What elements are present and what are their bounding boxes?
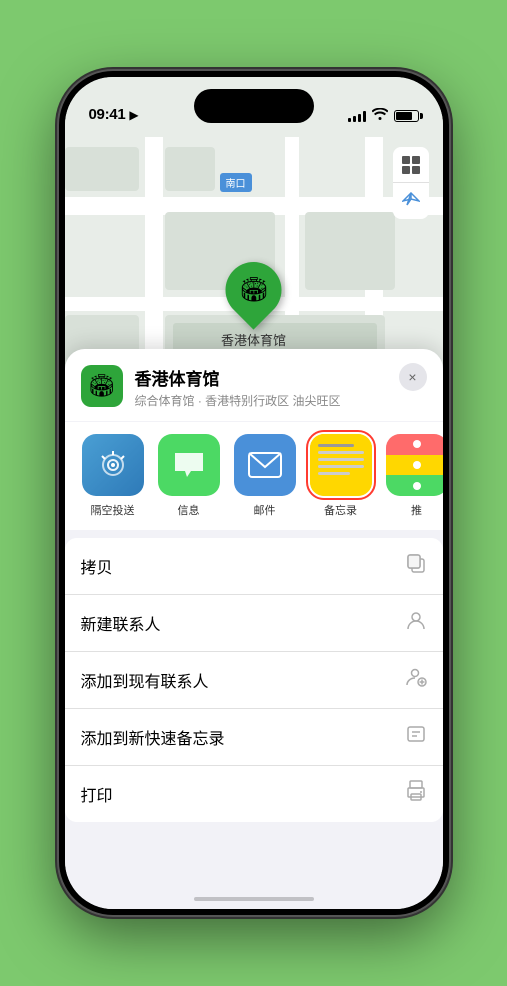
more-inner <box>386 434 443 496</box>
sheet-header: 🏟 香港体育馆 综合体育馆 · 香港特别行政区 油尖旺区 × <box>65 349 443 421</box>
notes-line-2 <box>318 451 364 454</box>
menu-item-add-contact[interactable]: 添加到现有联系人 <box>65 652 443 709</box>
bottom-sheet: 🏟 香港体育馆 综合体育馆 · 香港特别行政区 油尖旺区 × <box>65 349 443 909</box>
mail-label: 邮件 <box>254 502 276 518</box>
more-label: 推 <box>411 502 422 518</box>
signal-bar-4 <box>363 111 366 122</box>
map-view-toggle[interactable] <box>393 147 429 183</box>
mail-icon-wrap <box>234 434 296 496</box>
map-block <box>165 147 215 191</box>
action-messages[interactable]: 信息 <box>157 434 221 518</box>
signal-bar-1 <box>348 118 351 122</box>
signal-bars <box>348 110 366 122</box>
venue-icon: 🏟 <box>81 365 123 407</box>
signal-bar-3 <box>358 114 361 122</box>
notes-line-5 <box>318 472 350 475</box>
pin-icon: 🏟 <box>214 250 293 329</box>
pin-label: 香港体育馆 <box>221 330 286 349</box>
pin-icon-inner: 🏟 <box>238 276 268 305</box>
wifi-icon <box>372 108 388 123</box>
notes-icon-wrap <box>310 434 372 496</box>
menu-item-quick-note[interactable]: 添加到新快速备忘录 <box>65 709 443 766</box>
add-contact-icon <box>405 666 427 694</box>
phone-frame: 09:41 ▶ <box>59 71 449 915</box>
notes-inner <box>310 434 372 496</box>
copy-label: 拷贝 <box>81 554 113 578</box>
venue-subtitle: 综合体育馆 · 香港特别行政区 油尖旺区 <box>135 392 387 409</box>
menu-item-copy[interactable]: 拷贝 <box>65 538 443 595</box>
menu-item-print[interactable]: 打印 <box>65 766 443 822</box>
quick-note-label: 添加到新快速备忘录 <box>81 725 225 749</box>
more-icon-wrap <box>386 434 443 496</box>
messages-label: 信息 <box>178 502 200 518</box>
action-more[interactable]: 推 <box>385 434 443 518</box>
new-contact-label: 新建联系人 <box>81 611 161 635</box>
phone-screen: 09:41 ▶ <box>65 77 443 909</box>
action-mail[interactable]: 邮件 <box>233 434 297 518</box>
close-button[interactable]: × <box>399 363 427 391</box>
venue-name: 香港体育馆 <box>135 365 387 390</box>
airdrop-icon-wrap <box>82 434 144 496</box>
action-airdrop[interactable]: 隔空投送 <box>81 434 145 518</box>
home-indicator <box>194 897 314 901</box>
notes-line-1 <box>318 444 355 447</box>
battery-icon <box>394 110 419 122</box>
status-icons <box>348 108 419 123</box>
status-time: 09:41 <box>89 106 126 123</box>
notes-label: 备忘录 <box>324 502 357 518</box>
battery-fill <box>396 112 413 120</box>
notes-line-4 <box>318 465 364 468</box>
quick-note-icon <box>405 723 427 751</box>
menu-section: 拷贝 新建联系人 <box>65 538 443 822</box>
dynamic-island <box>194 89 314 123</box>
location-pin: 🏟 香港体育馆 <box>221 262 286 349</box>
actions-row: 隔空投送 信息 <box>65 422 443 530</box>
print-icon <box>405 780 427 808</box>
signal-bar-2 <box>353 116 356 122</box>
messages-icon-wrap <box>158 434 220 496</box>
map-block <box>65 147 139 191</box>
location-btn[interactable] <box>393 183 429 219</box>
print-label: 打印 <box>81 782 113 806</box>
location-icon: ▶ <box>129 108 138 122</box>
add-contact-label: 添加到现有联系人 <box>81 668 209 692</box>
map-controls <box>393 147 429 219</box>
new-contact-icon <box>405 609 427 637</box>
map-block <box>305 212 395 290</box>
menu-item-new-contact[interactable]: 新建联系人 <box>65 595 443 652</box>
action-notes[interactable]: 备忘录 <box>309 434 373 518</box>
copy-icon <box>405 552 427 580</box>
venue-info: 香港体育馆 综合体育馆 · 香港特别行政区 油尖旺区 <box>135 365 387 409</box>
notes-line-3 <box>318 458 364 461</box>
map-south-entrance-label: 南口 <box>220 173 252 192</box>
airdrop-label: 隔空投送 <box>91 502 135 518</box>
